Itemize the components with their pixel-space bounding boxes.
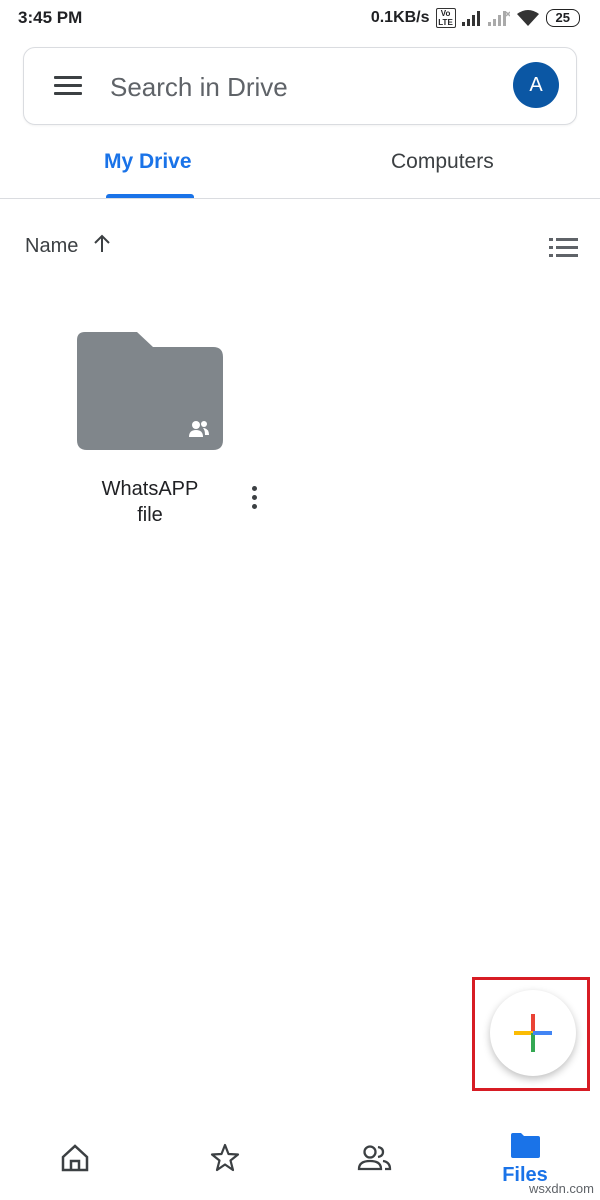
bottom-navigation: Files — [0, 1120, 600, 1200]
hamburger-menu-icon[interactable] — [54, 76, 82, 96]
signal-weak-icon — [487, 11, 510, 26]
folder-name[interactable]: WhatsAPP file — [70, 476, 230, 528]
network-speed: 0.1KB/s — [370, 9, 430, 26]
watermark: wsxdn.com — [528, 1181, 594, 1196]
search-input[interactable]: Search in Drive — [110, 72, 288, 103]
signal-icon — [461, 11, 480, 26]
folder-icon — [511, 1133, 540, 1158]
search-bar[interactable]: Search in Drive A — [23, 47, 577, 125]
new-button[interactable] — [490, 990, 576, 1076]
shared-folder-icon[interactable] — [75, 330, 225, 450]
nav-home[interactable] — [0, 1120, 150, 1200]
plus-icon — [514, 1014, 552, 1052]
nav-shared[interactable] — [300, 1120, 450, 1200]
tab-my-drive[interactable]: My Drive — [104, 150, 192, 174]
nav-starred[interactable] — [150, 1120, 300, 1200]
drive-tabs: My Drive Computers — [0, 128, 600, 199]
account-avatar[interactable]: A — [513, 62, 559, 108]
sort-by-name-button[interactable]: Name — [25, 235, 78, 258]
wifi-icon — [516, 10, 539, 26]
status-bar: 3:45 PM 0.1KB/s Vo LTE 25 — [0, 0, 600, 38]
people-icon — [357, 1145, 392, 1171]
tab-computers[interactable]: Computers — [391, 150, 494, 174]
arrow-up-icon[interactable] — [93, 233, 111, 259]
battery-icon: 25 — [545, 9, 580, 27]
folder-name-line2: file — [137, 504, 163, 526]
star-icon — [210, 1143, 240, 1172]
folder-name-line1: WhatsAPP — [101, 478, 199, 500]
home-icon — [61, 1144, 89, 1172]
status-time: 3:45 PM — [18, 8, 83, 27]
active-tab-indicator — [106, 194, 194, 198]
more-options-icon[interactable] — [250, 486, 258, 512]
status-indicators: 0.1KB/s Vo LTE 25 — [371, 8, 580, 28]
list-view-icon[interactable] — [549, 238, 578, 258]
volte-icon: Vo LTE — [435, 8, 456, 28]
